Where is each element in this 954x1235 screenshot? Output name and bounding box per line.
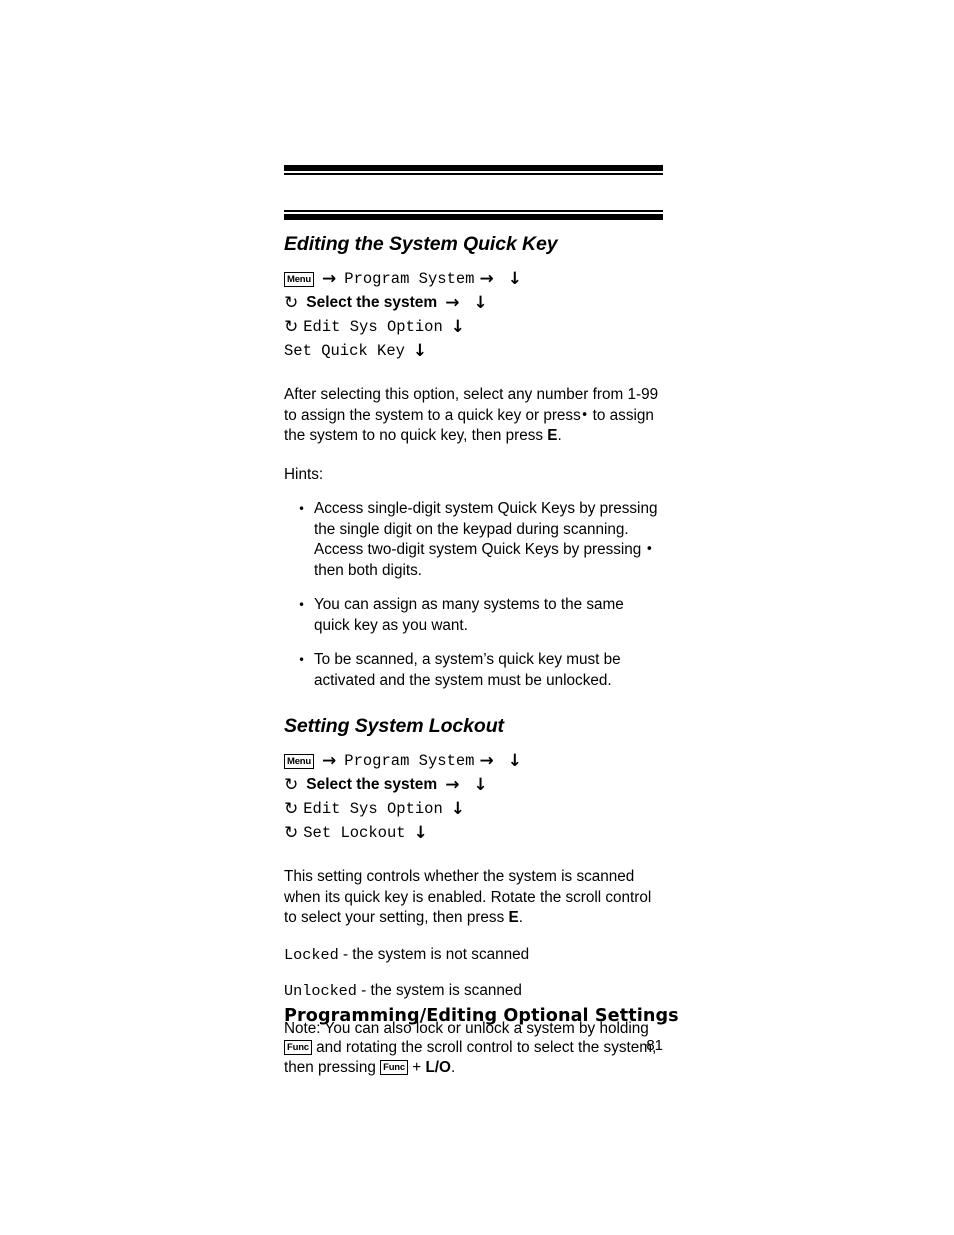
- definition-desc: - the system is not scanned: [342, 945, 530, 963]
- arrow-right-icon: →: [479, 268, 494, 289]
- hint-text-cont: then both digits.: [314, 561, 423, 579]
- period: .: [450, 1058, 456, 1076]
- arrow-down-icon: ↓: [413, 822, 428, 843]
- header-rule-bottom-group: [284, 210, 663, 220]
- header-rule-spacer: [284, 175, 663, 210]
- menu-path-label: Set Lockout: [303, 824, 406, 842]
- arrow-down-icon: ↓: [473, 292, 488, 313]
- hints-list: • Access single-digit system Quick Keys b…: [284, 499, 663, 691]
- dot-key-icon: •: [645, 542, 654, 557]
- menu-path-lockout: Menu → Program System → ↓ ↺ Select the s…: [284, 749, 663, 845]
- arrow-down-icon: ↓: [507, 268, 522, 289]
- definition-desc: - the system is scanned: [361, 981, 522, 999]
- menu-path-step-3: ↺ Edit Sys Option ↓: [284, 315, 663, 339]
- menu-key-badge: Menu: [284, 271, 315, 287]
- menu-key-badge: Menu: [284, 753, 315, 769]
- dot-key-icon: •: [580, 407, 589, 423]
- definition-term: Locked: [284, 945, 339, 964]
- list-item: • Access single-digit system Quick Keys b…: [284, 499, 663, 581]
- menu-path-label: Edit Sys Option: [303, 318, 443, 336]
- hint-text: You can assign as many systems to the sa…: [314, 596, 624, 634]
- list-item: • To be scanned, a system’s quick key mus…: [284, 650, 663, 691]
- menu-path-step-1: Menu → Program System → ↓: [284, 749, 663, 773]
- hint-text: Access single-digit system Quick Keys by…: [314, 500, 658, 558]
- scroll-rotate-icon: ↺: [284, 292, 299, 313]
- list-item: • You can assign as many systems to the s…: [284, 595, 663, 636]
- menu-path-step-1: Menu → Program System → ↓: [284, 267, 663, 291]
- plus-sign: +: [412, 1058, 422, 1076]
- section-heading-system-lockout: Setting System Lockout: [284, 715, 504, 737]
- arrow-down-icon: ↓: [507, 750, 522, 771]
- scroll-rotate-icon: ↺: [284, 822, 299, 843]
- menu-path-step-2: ↺ Select the system → ↓: [284, 291, 663, 315]
- lockout-description-text: This setting controls whether the system…: [284, 868, 652, 926]
- hints-label: Hints:: [284, 465, 324, 483]
- menu-path-step-4: ↺ Set Lockout ↓: [284, 821, 663, 845]
- lockout-definitions: Locked - the system is not scanned Unloc…: [284, 945, 663, 1001]
- arrow-right-icon: →: [479, 750, 494, 771]
- menu-path-step-4: Set Quick Key ↓: [284, 339, 663, 363]
- menu-path-quick-key: Menu → Program System → ↓ ↺ Select the s…: [284, 267, 663, 363]
- manual-page: Editing the System Quick Key Menu → Prog…: [0, 0, 954, 1235]
- arrow-down-icon: ↓: [450, 798, 466, 819]
- arrow-right-icon: →: [445, 774, 460, 795]
- menu-path-step-2: ↺ Select the system → ↓: [284, 773, 663, 797]
- e-key-label: E: [508, 909, 519, 926]
- definition-locked: Locked - the system is not scanned: [284, 945, 663, 965]
- page-number: 81: [646, 1037, 663, 1054]
- bullet-icon: •: [298, 653, 306, 667]
- menu-path-label: Program System: [344, 270, 475, 288]
- arrow-right-icon: →: [322, 268, 337, 289]
- quick-key-description: After selecting this option, select any …: [284, 385, 663, 447]
- scroll-rotate-icon: ↺: [284, 798, 299, 819]
- page-footer: Programming/Editing Optional Settings 81: [284, 1006, 679, 1054]
- lo-key-label: L/O: [425, 1058, 451, 1076]
- arrow-down-icon: ↓: [473, 774, 488, 795]
- header-rule-top-group: [284, 0, 663, 175]
- arrow-down-icon: ↓: [450, 316, 466, 337]
- period: .: [518, 909, 523, 926]
- hint-text: To be scanned, a system’s quick key must…: [314, 651, 621, 689]
- menu-path-step-3: ↺ Edit Sys Option ↓: [284, 797, 663, 821]
- bullet-icon: •: [298, 598, 306, 612]
- definition-unlocked: Unlocked - the system is scanned: [284, 981, 663, 1001]
- lockout-description: This setting controls whether the system…: [284, 867, 663, 929]
- scroll-rotate-icon: ↺: [284, 774, 299, 795]
- definition-term: Unlocked: [284, 981, 357, 1000]
- page-content: Editing the System Quick Key Menu → Prog…: [284, 0, 663, 1077]
- func-key-badge: Func: [380, 1059, 408, 1075]
- footer-title: Programming/Editing Optional Settings: [284, 1006, 679, 1026]
- arrow-down-icon: ↓: [412, 340, 428, 361]
- period: .: [557, 427, 562, 444]
- menu-path-label: Select the system: [306, 294, 438, 311]
- arrow-right-icon: →: [322, 750, 337, 771]
- e-key-label: E: [547, 427, 558, 444]
- section-heading-quick-key: Editing the System Quick Key: [284, 233, 558, 255]
- arrow-right-icon: →: [445, 292, 460, 313]
- menu-path-label: Set Quick Key: [284, 342, 405, 360]
- scroll-rotate-icon: ↺: [284, 316, 299, 337]
- menu-path-label: Select the system: [306, 776, 438, 793]
- menu-path-label: Program System: [344, 752, 475, 770]
- menu-path-label: Edit Sys Option: [303, 800, 443, 818]
- bullet-icon: •: [298, 502, 306, 516]
